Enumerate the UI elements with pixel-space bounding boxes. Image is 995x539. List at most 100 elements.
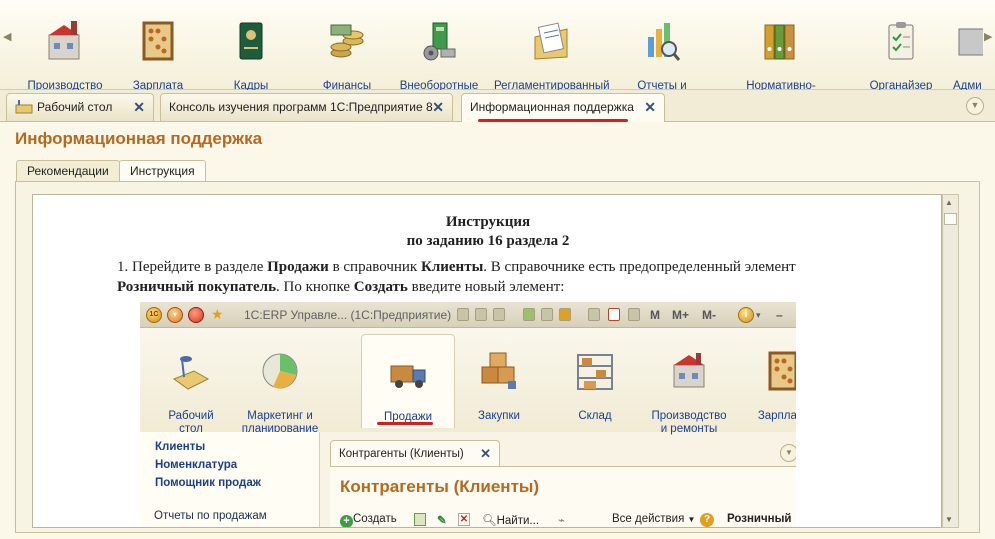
scroll-left-icon[interactable]: ◀ [3, 30, 11, 43]
binders-icon [764, 24, 795, 60]
close-icon[interactable]: ✕ [133, 94, 145, 120]
abacus-icon [768, 351, 796, 391]
section-marketing[interactable]: Маркетинг и планирование [238, 338, 322, 436]
section-purchases[interactable]: Закупки [464, 338, 534, 423]
form-title: Контрагенты (Клиенты) [340, 477, 540, 496]
section-production[interactable]: Производство и ремонты [644, 338, 734, 436]
plus-icon: + [340, 515, 353, 527]
memory-subtract-button[interactable]: M- [702, 308, 716, 322]
section-organizer[interactable]: Органайзер [866, 6, 936, 93]
help-icon[interactable]: ? [700, 513, 714, 527]
window-title: 1С:ERP Управле... (1С:Предприятие) [244, 308, 452, 322]
section-salary[interactable]: Зарплата [125, 6, 191, 93]
scroll-right-icon[interactable]: ▶ [984, 30, 992, 43]
chevron-down-icon[interactable]: ▼ [966, 97, 984, 115]
button-label: Найти... [496, 515, 540, 527]
tab-counterparties[interactable]: Контрагенты (Клиенты) ✕ [330, 440, 500, 466]
delivery-truck-icon [390, 365, 426, 388]
section-sales[interactable]: Продажи [361, 334, 455, 428]
chevron-down-icon[interactable]: ▼ [780, 444, 796, 462]
scrollbar-thumb[interactable] [944, 213, 957, 225]
desktop-icon [15, 100, 33, 114]
calculator-icon[interactable] [588, 308, 600, 321]
reports-folder-icon [534, 22, 568, 60]
close-icon[interactable]: ✕ [480, 441, 491, 467]
section-salary[interactable]: Зарплата [746, 338, 796, 423]
chevron-down-icon: ▼ [687, 515, 696, 524]
text: 1. Перейдите в разделе [117, 259, 268, 275]
section-admin[interactable]: Адми [953, 6, 983, 93]
window-titlebar: 1С ▾ ★ 1С:ERP Управле... (1С:Предприятие… [140, 302, 796, 328]
desktop-icon [172, 356, 210, 390]
info-icon[interactable]: i [738, 307, 754, 323]
minimize-icon[interactable]: – [776, 308, 783, 322]
button-label: Все действия [612, 513, 685, 525]
cancel-search-icon[interactable]: ⌁ [558, 513, 565, 527]
memory-add-button[interactable]: M+ [672, 308, 689, 322]
text: введите новый элемент: [407, 279, 565, 295]
scroll-down-icon[interactable]: ▼ [945, 515, 953, 524]
find-button[interactable]: 🔍︎Найти... [482, 513, 539, 527]
nav-item-nomenclature[interactable]: Номенклатура [155, 459, 237, 471]
nav-item-sales-reports[interactable]: Отчеты по продажам [154, 510, 267, 522]
chevron-down-icon[interactable]: ▾ [756, 310, 761, 321]
scroll-up-icon[interactable]: ▲ [945, 198, 953, 207]
tab-info-support[interactable]: Информационная поддержка ✕ [461, 93, 665, 122]
subtab-recommendations[interactable]: Рекомендации [16, 160, 120, 182]
favorite-star-icon[interactable]: ★ [211, 306, 224, 323]
nav-item-sales-assistant[interactable]: Помощник продаж [155, 477, 261, 489]
tab-label: Контрагенты (Клиенты) [339, 448, 464, 460]
section-warehouse[interactable]: Склад [560, 338, 630, 423]
document-scrollbar[interactable]: ▲ ▼ [942, 194, 959, 528]
open-windows-bar: Рабочий стол ✕ Консоль изучения программ… [0, 90, 995, 122]
preview-icon[interactable] [493, 308, 505, 321]
text: . По кнопке [276, 279, 354, 295]
doc-subheading: по заданию 16 раздела 2 [406, 233, 570, 249]
text: в справочник [328, 259, 421, 275]
tab-label: Рабочий стол [37, 100, 113, 114]
shelves-icon [577, 354, 613, 390]
section-label: Производство и ремонты [651, 410, 727, 435]
section-personnel[interactable]: Кадры [220, 6, 282, 93]
menu-down-icon[interactable]: ▾ [167, 307, 183, 323]
print-icon[interactable] [475, 308, 487, 321]
assets-icon [423, 22, 456, 61]
history-icon[interactable] [188, 307, 204, 323]
tab-desktop[interactable]: Рабочий стол ✕ [6, 93, 154, 121]
section-desktop[interactable]: Рабочий стол [156, 338, 226, 436]
sections-panel: ◀ ▶ Производство и ремонты Зарплата Кадр… [0, 0, 995, 118]
save-icon[interactable] [457, 308, 469, 321]
create-button[interactable]: + Создать [340, 513, 397, 527]
star-list-icon[interactable] [559, 308, 571, 321]
tab-label: Информационная поддержка [470, 100, 634, 114]
delete-icon[interactable]: ✕ [458, 513, 470, 526]
clipboard-icon[interactable] [628, 308, 640, 321]
doc-paragraph: 1. Перейдите в разделе Продажи в справоч… [117, 257, 817, 297]
section-finance[interactable]: Финансы [313, 6, 381, 93]
section-label: Склад [578, 410, 612, 422]
section-label: Закупки [478, 410, 520, 422]
annotation-underline [377, 422, 433, 425]
forward-icon[interactable] [523, 308, 535, 321]
tab-console[interactable]: Консоль изучения программ 1С:Предприятие… [160, 93, 453, 121]
close-icon[interactable]: ✕ [432, 94, 444, 120]
nav-item-clients[interactable]: Клиенты [155, 441, 205, 453]
boxes-icon [481, 352, 516, 389]
close-icon[interactable]: ✕ [644, 94, 656, 120]
page-title: Информационная поддержка [15, 129, 263, 148]
search-field-value[interactable]: Розничный [727, 513, 792, 525]
embedded-screenshot: 1С ▾ ★ 1С:ERP Управле... (1С:Предприятие… [140, 302, 796, 527]
calendar-icon[interactable] [608, 308, 620, 321]
pie-chart-icon [262, 353, 298, 389]
subtab-instruction[interactable]: Инструкция [119, 160, 206, 182]
memory-button[interactable]: M [650, 308, 660, 322]
subtab-label: Инструкция [130, 164, 195, 178]
copy-icon[interactable] [414, 513, 426, 526]
app-logo-icon[interactable]: 1С [146, 307, 162, 323]
all-actions-menu[interactable]: Все действия ▼ [612, 513, 695, 525]
button-label: Создать [353, 513, 397, 525]
section-navigation: Клиенты Номенклатура Помощник продаж Отч… [140, 432, 320, 527]
bookmark-icon[interactable] [541, 308, 553, 321]
bold-text: Создать [353, 279, 408, 295]
edit-pencil-icon[interactable]: ✎ [437, 513, 447, 527]
